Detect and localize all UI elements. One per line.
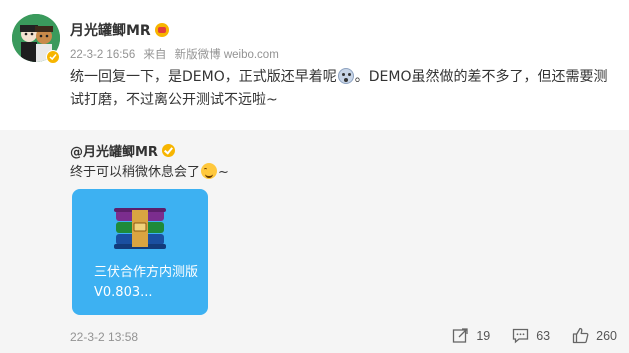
share-count: 19 (476, 328, 491, 343)
post-author[interactable]: 月光罐鲫MR (70, 20, 169, 40)
share-button[interactable]: 19 (452, 327, 490, 344)
verified-badge-icon (161, 144, 175, 157)
repost-author-name[interactable]: @月光罐鲫MR (70, 141, 158, 160)
post-date[interactable]: 22-3-2 16:56 (70, 49, 135, 61)
post-source-prefix: 来自 (143, 49, 167, 61)
like-button[interactable]: 260 (572, 327, 617, 344)
file-attachment-card[interactable]: 三伏合作方内测版V0.803... (72, 189, 208, 315)
comment-count: 63 (536, 328, 551, 343)
share-icon (453, 328, 468, 343)
repost-text-2: ~ (218, 165, 229, 180)
reposted-content: @月光罐鲫MR 终于可以稍微休息会了 ~ 三伏合作方内测版V0.803... 22… (0, 130, 629, 353)
verified-badge-icon (46, 50, 60, 64)
repost-text: 终于可以稍微休息会了 ~ (70, 161, 229, 180)
comment-button[interactable]: 63 (512, 327, 550, 344)
weibo-post: 月光罐鲫MR 22-3-2 16:56 来自 新版微博 weibo.com 统一… (0, 0, 629, 130)
post-source: 新版微博 weibo.com (174, 49, 279, 61)
repost-text-1: 终于可以稍微休息会了 (70, 165, 201, 180)
winrar-archive-icon (112, 204, 168, 258)
post-content: 统一回复一下，是DEMO，正式版还早着呢 。DEMO虽然做的差不多了，但还需要测试… (70, 66, 615, 112)
vip-member-icon (154, 23, 169, 37)
repost-date[interactable]: 22-3-2 13:58 (70, 330, 138, 344)
shocked-emoji-icon (337, 68, 354, 84)
comment-icon (513, 328, 529, 344)
post-author-name[interactable]: 月光罐鲫MR (70, 20, 151, 40)
smile-emoji-icon (201, 163, 218, 179)
file-name: 三伏合作方内测版V0.803... (94, 265, 199, 300)
thumbs-up-icon (572, 327, 589, 344)
like-count: 260 (596, 328, 617, 343)
post-meta: 22-3-2 16:56 来自 新版微博 weibo.com (70, 46, 284, 62)
action-bar: 19 63 260 (430, 327, 617, 344)
repost-author[interactable]: @月光罐鲫MR (70, 141, 175, 160)
post-content-text-1: 统一回复一下，是DEMO，正式版还早着呢 (70, 69, 337, 85)
